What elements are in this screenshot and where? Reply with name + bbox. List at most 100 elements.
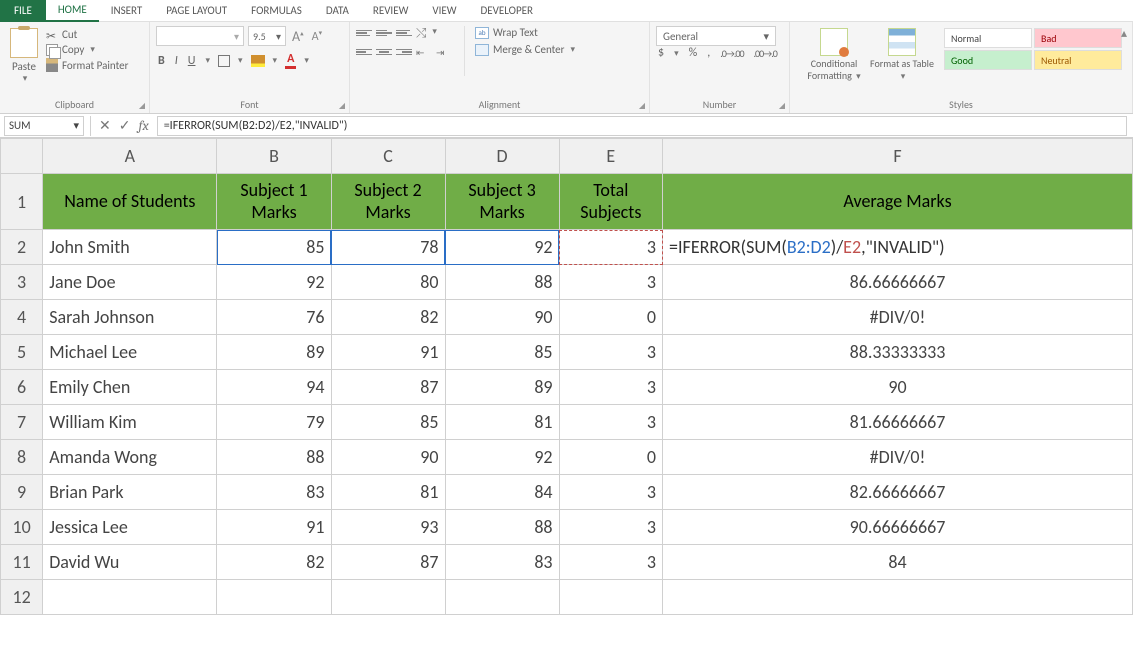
decrease-font-icon[interactable]: A▾ — [310, 28, 324, 44]
cell-f9[interactable]: 82.66666667 — [663, 475, 1133, 510]
cell-a6[interactable]: Emily Chen — [43, 370, 217, 405]
accounting-format-button[interactable]: $ — [656, 46, 666, 60]
row-head-12[interactable]: 12 — [1, 580, 43, 615]
col-head-e[interactable]: E — [559, 139, 662, 174]
cell-a10[interactable]: Jessica Lee — [43, 510, 217, 545]
orientation-dropdown-icon[interactable]: ▾ — [430, 26, 437, 41]
fill-color-icon[interactable] — [251, 55, 265, 67]
tab-data[interactable]: DATA — [314, 0, 361, 22]
cell-style-normal[interactable]: Normal — [944, 28, 1032, 48]
border-icon[interactable] — [218, 55, 230, 67]
underline-dropdown-icon[interactable]: ▾ — [203, 55, 212, 66]
cell-d1[interactable]: Subject 3 Marks — [445, 174, 559, 230]
cell-a3[interactable]: Jane Doe — [43, 265, 217, 300]
format-painter-button[interactable]: Format Painter — [46, 58, 128, 72]
row-head-11[interactable]: 11 — [1, 545, 43, 580]
cell-f3[interactable]: 86.66666667 — [663, 265, 1133, 300]
cell-b3[interactable]: 92 — [217, 265, 331, 300]
cell-c12[interactable] — [331, 580, 445, 615]
border-dropdown-icon[interactable]: ▾ — [236, 55, 245, 66]
col-head-b[interactable]: B — [217, 139, 331, 174]
row-head-1[interactable]: 1 — [1, 174, 43, 230]
cell-c3[interactable]: 80 — [331, 265, 445, 300]
cell-d2[interactable]: 92 — [445, 230, 559, 265]
paste-dropdown-icon[interactable]: ▾ — [21, 73, 28, 84]
cell-c1[interactable]: Subject 2 Marks — [331, 174, 445, 230]
tab-home[interactable]: HOME — [46, 0, 99, 22]
cell-e1[interactable]: Total Subjects — [559, 174, 662, 230]
cell-f10[interactable]: 90.66666667 — [663, 510, 1133, 545]
cell-f11[interactable]: 84 — [663, 545, 1133, 580]
cell-c10[interactable]: 93 — [331, 510, 445, 545]
decrease-decimal-icon[interactable]: .00→.0 — [752, 47, 779, 60]
cond-dropdown-icon[interactable]: ▾ — [854, 71, 861, 82]
cell-a11[interactable]: David Wu — [43, 545, 217, 580]
cell-f6[interactable]: 90 — [663, 370, 1133, 405]
cell-e9[interactable]: 3 — [559, 475, 662, 510]
bold-button[interactable]: B — [156, 54, 167, 68]
cell-a2[interactable]: John Smith — [43, 230, 217, 265]
select-all-corner[interactable] — [1, 139, 43, 174]
cell-d12[interactable] — [445, 580, 559, 615]
cell-e3[interactable]: 3 — [559, 265, 662, 300]
cell-e10[interactable]: 3 — [559, 510, 662, 545]
row-head-10[interactable]: 10 — [1, 510, 43, 545]
tab-file[interactable]: FILE — [0, 0, 46, 22]
cell-c2[interactable]: 78 — [331, 230, 445, 265]
merge-dropdown-icon[interactable]: ▾ — [569, 44, 576, 55]
align-center-icon[interactable] — [376, 45, 392, 59]
cell-b5[interactable]: 89 — [217, 335, 331, 370]
cell-d7[interactable]: 81 — [445, 405, 559, 440]
col-head-d[interactable]: D — [445, 139, 559, 174]
cell-d11[interactable]: 83 — [445, 545, 559, 580]
cell-a1[interactable]: Name of Students — [43, 174, 217, 230]
cell-d10[interactable]: 88 — [445, 510, 559, 545]
row-head-4[interactable]: 4 — [1, 300, 43, 335]
cell-a9[interactable]: Brian Park — [43, 475, 217, 510]
cell-b2[interactable]: 85 — [217, 230, 331, 265]
cell-style-good[interactable]: Good — [944, 50, 1032, 70]
enter-formula-icon[interactable]: ✓ — [119, 117, 131, 134]
cell-b10[interactable]: 91 — [217, 510, 331, 545]
decrease-indent-icon[interactable]: ⇤ — [416, 45, 432, 59]
wrap-text-button[interactable]: abWrap Text — [475, 26, 575, 39]
cell-c5[interactable]: 91 — [331, 335, 445, 370]
cell-d4[interactable]: 90 — [445, 300, 559, 335]
dialog-launcher-icon[interactable]: ◢ — [779, 101, 785, 111]
paste-button[interactable]: Paste ▾ — [6, 26, 42, 84]
cell-a5[interactable]: Michael Lee — [43, 335, 217, 370]
cell-b8[interactable]: 88 — [217, 440, 331, 475]
col-head-f[interactable]: F — [663, 139, 1133, 174]
align-left-icon[interactable] — [356, 45, 372, 59]
cell-c9[interactable]: 81 — [331, 475, 445, 510]
table-dropdown-icon[interactable]: ▾ — [899, 71, 906, 82]
increase-indent-icon[interactable]: ⇥ — [436, 45, 452, 59]
spreadsheet-grid[interactable]: A B C D E F 1 Name of Students Subject 1… — [0, 138, 1133, 660]
cell-f1[interactable]: Average Marks — [663, 174, 1133, 230]
cell-a7[interactable]: William Kim — [43, 405, 217, 440]
tab-insert[interactable]: INSERT — [99, 0, 155, 22]
orientation-icon[interactable]: ⤭ — [416, 26, 426, 41]
row-head-2[interactable]: 2 — [1, 230, 43, 265]
cell-e4[interactable]: 0 — [559, 300, 662, 335]
cancel-formula-icon[interactable]: ✕ — [99, 117, 111, 134]
align-middle-icon[interactable] — [376, 26, 392, 40]
cell-e12[interactable] — [559, 580, 662, 615]
cell-f2[interactable]: =IFERROR(SUM(B2:D2)/E2,"INVALID") — [663, 230, 1133, 265]
dialog-launcher-icon[interactable]: ◢ — [639, 101, 645, 111]
col-head-a[interactable]: A — [43, 139, 217, 174]
tab-formulas[interactable]: FORMULAS — [239, 0, 314, 22]
cell-d3[interactable]: 88 — [445, 265, 559, 300]
formula-bar-input[interactable]: =IFERROR(SUM(B2:D2)/E2,"INVALID") — [157, 116, 1127, 136]
row-head-5[interactable]: 5 — [1, 335, 43, 370]
cell-e7[interactable]: 3 — [559, 405, 662, 440]
copy-button[interactable]: Copy▾ — [46, 43, 128, 56]
format-as-table-button[interactable]: Format as Table ▾ — [870, 28, 934, 83]
fill-dropdown-icon[interactable]: ▾ — [271, 55, 280, 66]
row-head-3[interactable]: 3 — [1, 265, 43, 300]
insert-function-icon[interactable]: fx — [138, 117, 148, 134]
align-right-icon[interactable] — [396, 45, 412, 59]
copy-dropdown-icon[interactable]: ▾ — [88, 44, 95, 55]
font-name-select[interactable]: ▾ — [156, 26, 244, 46]
align-top-icon[interactable] — [356, 26, 372, 40]
